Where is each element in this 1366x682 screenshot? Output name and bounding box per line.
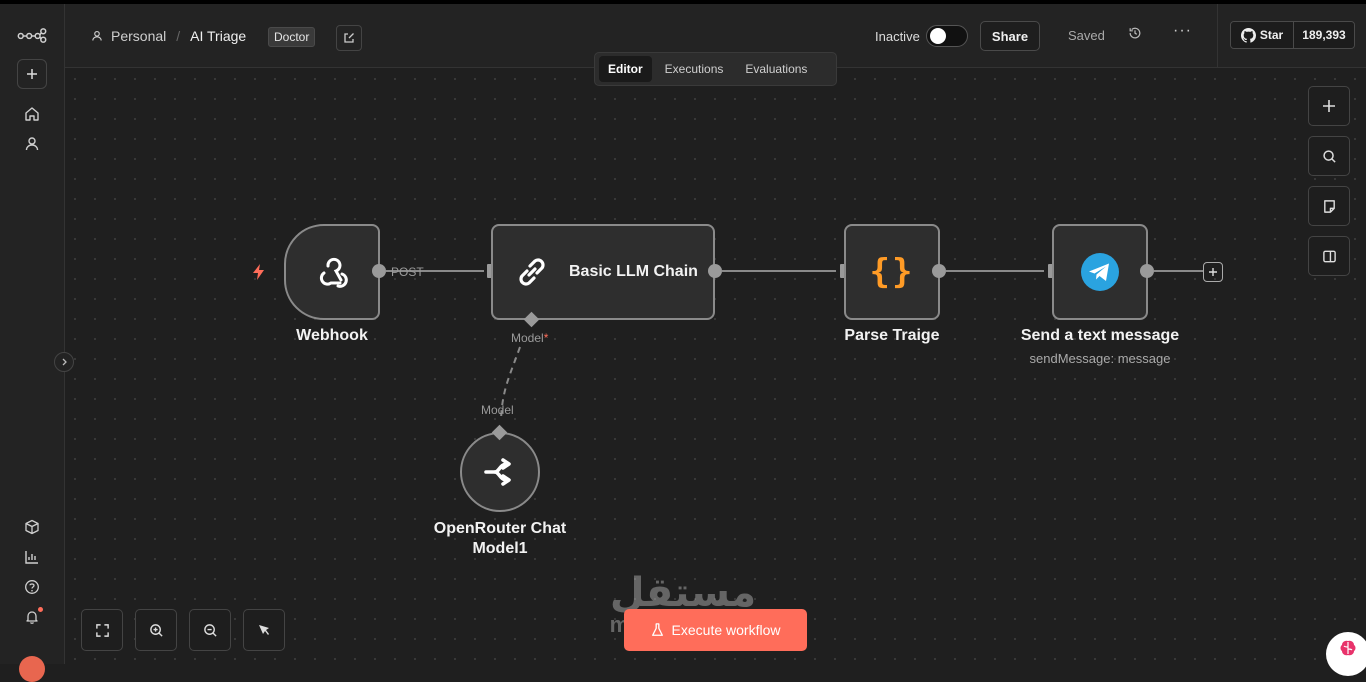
fit-view-icon xyxy=(95,623,109,637)
fit-view-button[interactable] xyxy=(81,609,123,651)
send-text-message-node[interactable] xyxy=(1052,224,1148,320)
tab-editor[interactable]: Editor xyxy=(599,56,652,82)
webhook-node-label: Webhook xyxy=(296,327,368,344)
sidebar-collapse-button[interactable] xyxy=(54,352,74,372)
broom-icon xyxy=(259,625,269,635)
parse-output-handle[interactable] xyxy=(932,264,946,278)
webhook-output-label: POST xyxy=(391,265,424,279)
webhook-node[interactable] xyxy=(284,224,380,320)
add-next-node-button[interactable] xyxy=(1203,262,1223,282)
tab-executions[interactable]: Executions xyxy=(656,56,733,82)
llm-output-handle[interactable] xyxy=(708,264,722,278)
telegram-output-handle[interactable] xyxy=(1140,264,1154,278)
telegram-icon xyxy=(1081,253,1119,291)
plus-icon xyxy=(1323,100,1335,112)
llm-model-port-label: Model* xyxy=(511,331,549,345)
execute-workflow-button[interactable]: Execute workflow xyxy=(624,609,807,651)
zoom-in-icon xyxy=(149,623,163,637)
webhook-output-handle[interactable] xyxy=(372,264,386,278)
sticky-note-button[interactable] xyxy=(1308,186,1350,226)
assistant-button[interactable] xyxy=(1326,632,1366,676)
zoom-out-icon xyxy=(203,623,217,637)
plus-icon xyxy=(1209,268,1217,276)
parse-traige-node[interactable]: {} xyxy=(844,224,940,320)
tab-evaluations[interactable]: Evaluations xyxy=(736,56,816,82)
brain-icon xyxy=(1340,640,1356,656)
openrouter-chat-model-node[interactable] xyxy=(460,432,540,512)
toggle-panel-button[interactable] xyxy=(1308,236,1350,276)
webhook-icon xyxy=(319,257,348,288)
code-braces-icon: {} xyxy=(869,252,915,292)
link-icon xyxy=(519,258,545,286)
parse-traige-label: Parse Traige xyxy=(844,327,940,344)
note-icon xyxy=(1323,199,1335,213)
trigger-bolt-icon xyxy=(253,264,264,280)
basic-llm-chain-node[interactable]: Basic LLM Chain xyxy=(491,224,715,320)
basic-llm-chain-label: Basic LLM Chain xyxy=(569,263,698,280)
openrouter-chat-model-label: OpenRouter Chat Model1 xyxy=(433,520,567,557)
add-node-button[interactable] xyxy=(1308,86,1350,126)
chevron-right-icon xyxy=(62,358,67,366)
openrouter-icon xyxy=(484,458,511,486)
zoom-out-button[interactable] xyxy=(189,609,231,651)
send-text-message-label: Send a text message xyxy=(1020,327,1180,344)
panel-icon xyxy=(1322,250,1336,262)
search-nodes-button[interactable] xyxy=(1308,136,1350,176)
zoom-in-button[interactable] xyxy=(135,609,177,651)
execute-workflow-label: Execute workflow xyxy=(671,622,781,638)
send-text-message-subtitle: sendMessage: message xyxy=(1029,351,1171,366)
flask-icon xyxy=(651,623,663,636)
view-tabs: Editor Executions Evaluations xyxy=(594,52,837,86)
openrouter-port-label: Model xyxy=(481,403,514,417)
search-icon xyxy=(1322,149,1336,163)
tidy-up-button[interactable] xyxy=(243,609,285,651)
